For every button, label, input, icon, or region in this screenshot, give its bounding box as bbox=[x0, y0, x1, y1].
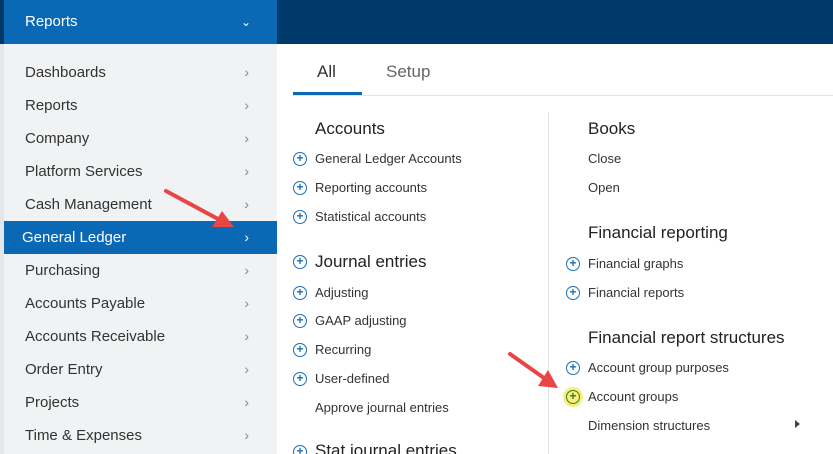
sidebar-item-label: Order Entry bbox=[25, 361, 103, 378]
section-title-journal-entries: Journal entries bbox=[315, 252, 427, 271]
tab-divider bbox=[293, 95, 833, 96]
chevron-right-icon: › bbox=[244, 328, 249, 344]
section-title-stat-journal-entries: Stat journal entries bbox=[315, 441, 457, 454]
sidebar-item-label: Purchasing bbox=[25, 262, 101, 279]
chevron-right-icon: › bbox=[244, 295, 249, 311]
add-icon[interactable]: + bbox=[566, 257, 580, 271]
sidebar-item-label: Accounts Receivable bbox=[25, 328, 166, 345]
sidebar-item-dashboards[interactable]: Dashboards › bbox=[4, 56, 277, 89]
link-statistical-accounts[interactable]: Statistical accounts bbox=[315, 209, 426, 225]
link-general-ledger-accounts[interactable]: General Ledger Accounts bbox=[315, 151, 462, 167]
link-close[interactable]: Close bbox=[588, 151, 621, 167]
link-financial-reports[interactable]: Financial reports bbox=[588, 285, 684, 301]
link-account-groups[interactable]: Account groups bbox=[588, 389, 678, 405]
add-icon[interactable]: + bbox=[293, 343, 307, 357]
sidebar-item-label: Time & Expenses bbox=[25, 427, 142, 444]
link-adjusting[interactable]: Adjusting bbox=[315, 285, 368, 301]
sidebar-item-time-expenses[interactable]: Time & Expenses › bbox=[4, 419, 277, 452]
sidebar-item-label: Company bbox=[25, 130, 90, 147]
add-icon[interactable]: + bbox=[293, 255, 307, 269]
link-account-group-purposes[interactable]: Account group purposes bbox=[588, 360, 729, 376]
chevron-right-icon: › bbox=[244, 394, 249, 410]
sidebar-item-label: Reports bbox=[25, 97, 78, 114]
add-icon[interactable]: + bbox=[293, 286, 307, 300]
chevron-right-icon: › bbox=[244, 64, 249, 80]
sidebar-item-reports[interactable]: Reports › bbox=[4, 89, 277, 122]
sidebar-item-label: Dashboards bbox=[25, 64, 106, 81]
chevron-right-icon: › bbox=[244, 262, 249, 278]
link-gaap-adjusting[interactable]: GAAP adjusting bbox=[315, 313, 407, 329]
link-open[interactable]: Open bbox=[588, 180, 620, 196]
add-icon[interactable]: + bbox=[293, 445, 307, 454]
submenu-arrow-icon bbox=[795, 420, 800, 428]
link-user-defined[interactable]: User-defined bbox=[315, 371, 389, 387]
add-icon[interactable]: + bbox=[293, 152, 307, 166]
add-icon[interactable]: + bbox=[293, 181, 307, 195]
section-title-books: Books bbox=[588, 119, 636, 138]
link-financial-graphs[interactable]: Financial graphs bbox=[588, 256, 683, 272]
add-account-group-icon[interactable]: + bbox=[566, 390, 580, 404]
chevron-right-icon: › bbox=[244, 97, 249, 113]
annotation-arrow-icon bbox=[164, 189, 234, 227]
sidebar-item-label: Platform Services bbox=[25, 163, 143, 180]
add-icon[interactable]: + bbox=[293, 314, 307, 328]
sidebar-item-label: General Ledger bbox=[22, 229, 127, 246]
tab-all[interactable]: All bbox=[317, 62, 336, 82]
sidebar-item-label: Projects bbox=[25, 394, 80, 411]
reports-menu-button[interactable]: Reports ⌄ bbox=[4, 0, 277, 44]
chevron-right-icon: › bbox=[244, 196, 249, 212]
section-title-financial-reporting: Financial reporting bbox=[588, 223, 728, 242]
link-recurring[interactable]: Recurring bbox=[315, 342, 371, 358]
sidebar-item-order-entry[interactable]: Order Entry › bbox=[4, 353, 277, 386]
sidebar-item-platform-services[interactable]: Platform Services › bbox=[4, 155, 277, 188]
chevron-right-icon: › bbox=[244, 427, 249, 443]
sidebar-item-purchasing[interactable]: Purchasing › bbox=[4, 254, 277, 287]
add-icon[interactable]: + bbox=[293, 372, 307, 386]
menu-header-label: Reports bbox=[25, 13, 78, 30]
chevron-down-icon: ⌄ bbox=[240, 15, 251, 29]
column-divider bbox=[548, 112, 549, 454]
sidebar-item-accounts-receivable[interactable]: Accounts Receivable › bbox=[4, 320, 277, 353]
chevron-right-icon: › bbox=[244, 361, 249, 377]
link-approve-journal-entries[interactable]: Approve journal entries bbox=[315, 400, 449, 416]
annotation-arrow-icon bbox=[508, 352, 558, 388]
sidebar-item-label: Accounts Payable bbox=[25, 295, 146, 312]
add-icon[interactable]: + bbox=[566, 361, 580, 375]
link-dimension-structures[interactable]: Dimension structures bbox=[588, 418, 710, 434]
sidebar-item-accounts-payable[interactable]: Accounts Payable › bbox=[4, 287, 277, 320]
section-title-accounts: Accounts bbox=[315, 119, 385, 138]
chevron-right-icon: › bbox=[244, 163, 249, 179]
add-icon[interactable]: + bbox=[566, 286, 580, 300]
chevron-right-icon: › bbox=[244, 130, 249, 146]
tab-setup[interactable]: Setup bbox=[386, 62, 430, 82]
sidebar: Dashboards › Reports › Company › Platform S… bbox=[4, 44, 277, 454]
sidebar-item-company[interactable]: Company › bbox=[4, 122, 277, 155]
section-title-financial-report-structures: Financial report structures bbox=[588, 328, 785, 347]
add-icon[interactable]: + bbox=[293, 210, 307, 224]
chevron-right-icon: › bbox=[244, 229, 249, 245]
sidebar-item-label: Cash Management bbox=[25, 196, 152, 213]
app-window: Reports ⌄ Dashboards › Reports › Company › … bbox=[0, 0, 833, 454]
sidebar-item-projects[interactable]: Projects › bbox=[4, 386, 277, 419]
link-reporting-accounts[interactable]: Reporting accounts bbox=[315, 180, 427, 196]
